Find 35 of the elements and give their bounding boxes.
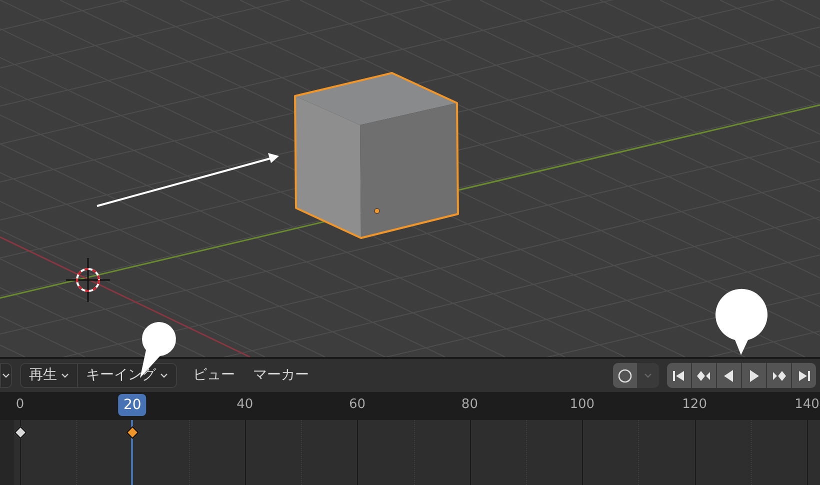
dropdown-button[interactable]: 再生 <box>21 364 78 387</box>
menu-item[interactable]: マーカー <box>251 365 311 386</box>
jump-to-end-icon <box>797 368 811 382</box>
current-frame-badge[interactable]: 20 <box>118 394 146 416</box>
frame-number: 120 <box>682 397 707 413</box>
playback-button[interactable] <box>767 363 791 388</box>
chevron-icon <box>2 372 10 378</box>
playback-button[interactable] <box>717 363 741 388</box>
frame-number: 140 <box>794 397 820 413</box>
menu-item[interactable]: ビュー <box>191 365 237 386</box>
jump-to-start-icon <box>672 368 686 382</box>
playback-button[interactable] <box>742 363 766 388</box>
play-reverse-icon <box>722 368 736 382</box>
next-keyframe-icon <box>772 368 786 382</box>
keyframe-marker[interactable] <box>126 426 139 439</box>
chevron-icon <box>61 372 69 378</box>
frame-number: 40 <box>236 397 254 413</box>
chevron-icon <box>160 372 168 378</box>
frame-number: 100 <box>570 397 595 413</box>
3d-cursor-icon <box>66 258 110 302</box>
dropdown-button[interactable]: キーイング <box>78 364 176 387</box>
auto-keying-toggle[interactable] <box>613 363 637 388</box>
playback-button[interactable] <box>667 363 691 388</box>
previous-keyframe-icon <box>697 368 711 382</box>
frame-number: 0 <box>16 397 24 413</box>
chevron-icon <box>644 372 652 378</box>
frame-number: 80 <box>461 397 478 413</box>
pin-marker <box>716 288 768 355</box>
frame-number: 60 <box>349 397 366 413</box>
dropdown-button[interactable] <box>0 363 12 388</box>
playback-button[interactable] <box>692 363 716 388</box>
play-icon <box>747 368 761 382</box>
playback-button[interactable] <box>792 363 816 388</box>
keyframe-marker[interactable] <box>14 426 26 439</box>
record-icon <box>618 368 632 382</box>
